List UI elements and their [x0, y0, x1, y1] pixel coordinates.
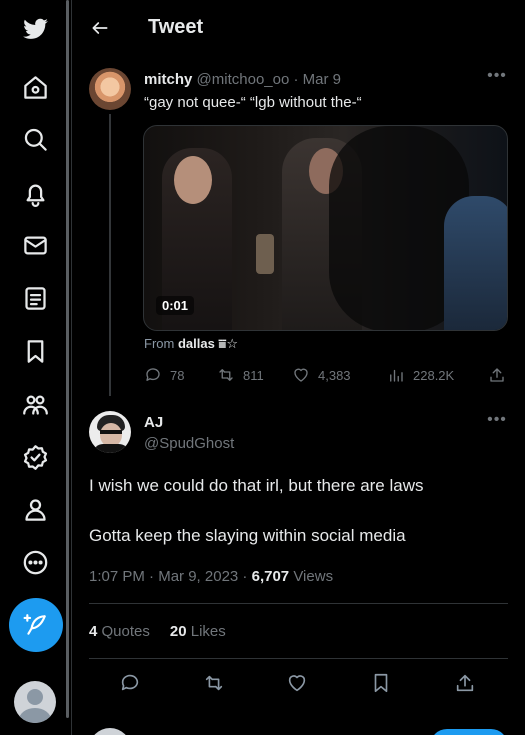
- reply-count: 78: [170, 367, 185, 383]
- thread-connector: [109, 114, 111, 396]
- like-button[interactable]: [286, 672, 310, 696]
- home-icon[interactable]: [12, 64, 58, 110]
- share-upload-icon: [456, 674, 474, 692]
- retweet-count: 811: [243, 367, 264, 383]
- tweet-metadata: 1:07 PM · Mar 9, 2023 · 6,707 Views: [89, 568, 334, 585]
- reply-action[interactable]: 78: [144, 366, 184, 384]
- twitter-logo-icon[interactable]: [12, 6, 58, 52]
- account-avatar[interactable]: [14, 681, 56, 723]
- tweet-date[interactable]: Mar 9, 2023: [158, 568, 238, 585]
- messages-mail-icon[interactable]: [12, 222, 58, 268]
- explore-search-icon[interactable]: [12, 116, 58, 162]
- page-title: Tweet: [148, 16, 204, 38]
- like-action[interactable]: 4,383: [292, 366, 351, 384]
- views-label: Views: [293, 568, 334, 585]
- reply-bubble-icon: [121, 674, 139, 691]
- back-button[interactable]: [86, 14, 114, 42]
- tweet-actions: [89, 672, 508, 696]
- views-action[interactable]: 228.2K: [387, 366, 454, 384]
- parent-tweet-header: mitchy @mitchoo_oo · Mar 9: [144, 71, 341, 88]
- page-header: Tweet: [72, 0, 525, 56]
- compose-tweet-button[interactable]: [9, 598, 63, 652]
- author-avatar[interactable]: [89, 411, 131, 453]
- meta-separator: ·: [289, 71, 303, 88]
- parent-tweet-date[interactable]: Mar 9: [303, 71, 341, 88]
- analytics-bars-icon: [390, 369, 403, 382]
- nav-scrollbar[interactable]: [66, 0, 69, 718]
- from-source-link[interactable]: dallas ⩸☆: [178, 336, 238, 351]
- reply-composer-avatar: [89, 728, 131, 735]
- tweet-text-line-1: I wish we could do that irl, but there a…: [89, 476, 424, 495]
- retweet-action[interactable]: 811: [217, 366, 264, 384]
- from-label: From: [144, 336, 175, 351]
- tweet-text-line-2: Gotta keep the slaying within social med…: [89, 526, 406, 545]
- arrow-left-icon: [92, 22, 108, 34]
- heart-icon: [294, 368, 308, 382]
- notifications-bell-icon[interactable]: [12, 170, 58, 216]
- parent-author-avatar[interactable]: [89, 68, 131, 110]
- video-timestamp: 0:01: [156, 296, 195, 315]
- parent-more-options-button[interactable]: •••: [486, 67, 508, 89]
- media-source-credit: From dallas ⩸☆: [144, 336, 238, 352]
- divider: [89, 658, 508, 659]
- reply-button[interactable]: [119, 672, 143, 696]
- share-action[interactable]: [488, 366, 506, 384]
- share-upload-icon: [490, 368, 504, 382]
- feather-plus-icon: [23, 614, 46, 635]
- bookmark-icon: [374, 673, 388, 693]
- author-handle[interactable]: @SpudGhost: [144, 435, 234, 452]
- heart-icon: [288, 675, 306, 692]
- tweet-time[interactable]: 1:07 PM: [89, 568, 145, 585]
- retweet-icon: [219, 369, 233, 381]
- bookmark-button[interactable]: [370, 672, 394, 696]
- profile-icon[interactable]: [12, 486, 58, 532]
- parent-tweet-text: “gay not quee-“ “lgb without the-“: [144, 94, 362, 111]
- quotes-link[interactable]: 4 Quotes: [89, 623, 150, 640]
- more-circle-icon[interactable]: [12, 539, 58, 585]
- engagement-stats: 4 Quotes 20 Likes: [89, 623, 226, 640]
- bookmarks-icon[interactable]: [12, 328, 58, 374]
- video-player[interactable]: 0:01: [143, 125, 508, 331]
- like-count: 4,383: [318, 367, 351, 383]
- more-options-button[interactable]: •••: [486, 411, 508, 433]
- divider: [89, 603, 508, 604]
- views-total: 6,707: [251, 568, 290, 585]
- author-name[interactable]: AJ: [144, 414, 163, 431]
- communities-icon[interactable]: [12, 381, 58, 427]
- likes-link[interactable]: 20 Likes: [170, 623, 226, 640]
- verified-badge-icon[interactable]: [12, 434, 58, 480]
- left-nav: [0, 0, 66, 735]
- retweet-icon: [205, 675, 223, 691]
- lists-icon[interactable]: [12, 275, 58, 321]
- views-count: 228.2K: [413, 367, 455, 383]
- retweet-button[interactable]: [203, 672, 227, 696]
- reply-bubble-icon: [146, 368, 160, 381]
- parent-author-name[interactable]: mitchy: [144, 71, 192, 88]
- share-button[interactable]: [454, 672, 478, 696]
- parent-author-handle[interactable]: @mitchoo_oo: [197, 71, 290, 88]
- parent-tweet-actions: 78 811 4,383 228.2K: [144, 366, 508, 388]
- column-divider: [71, 0, 72, 735]
- reply-submit-button[interactable]: [430, 729, 508, 735]
